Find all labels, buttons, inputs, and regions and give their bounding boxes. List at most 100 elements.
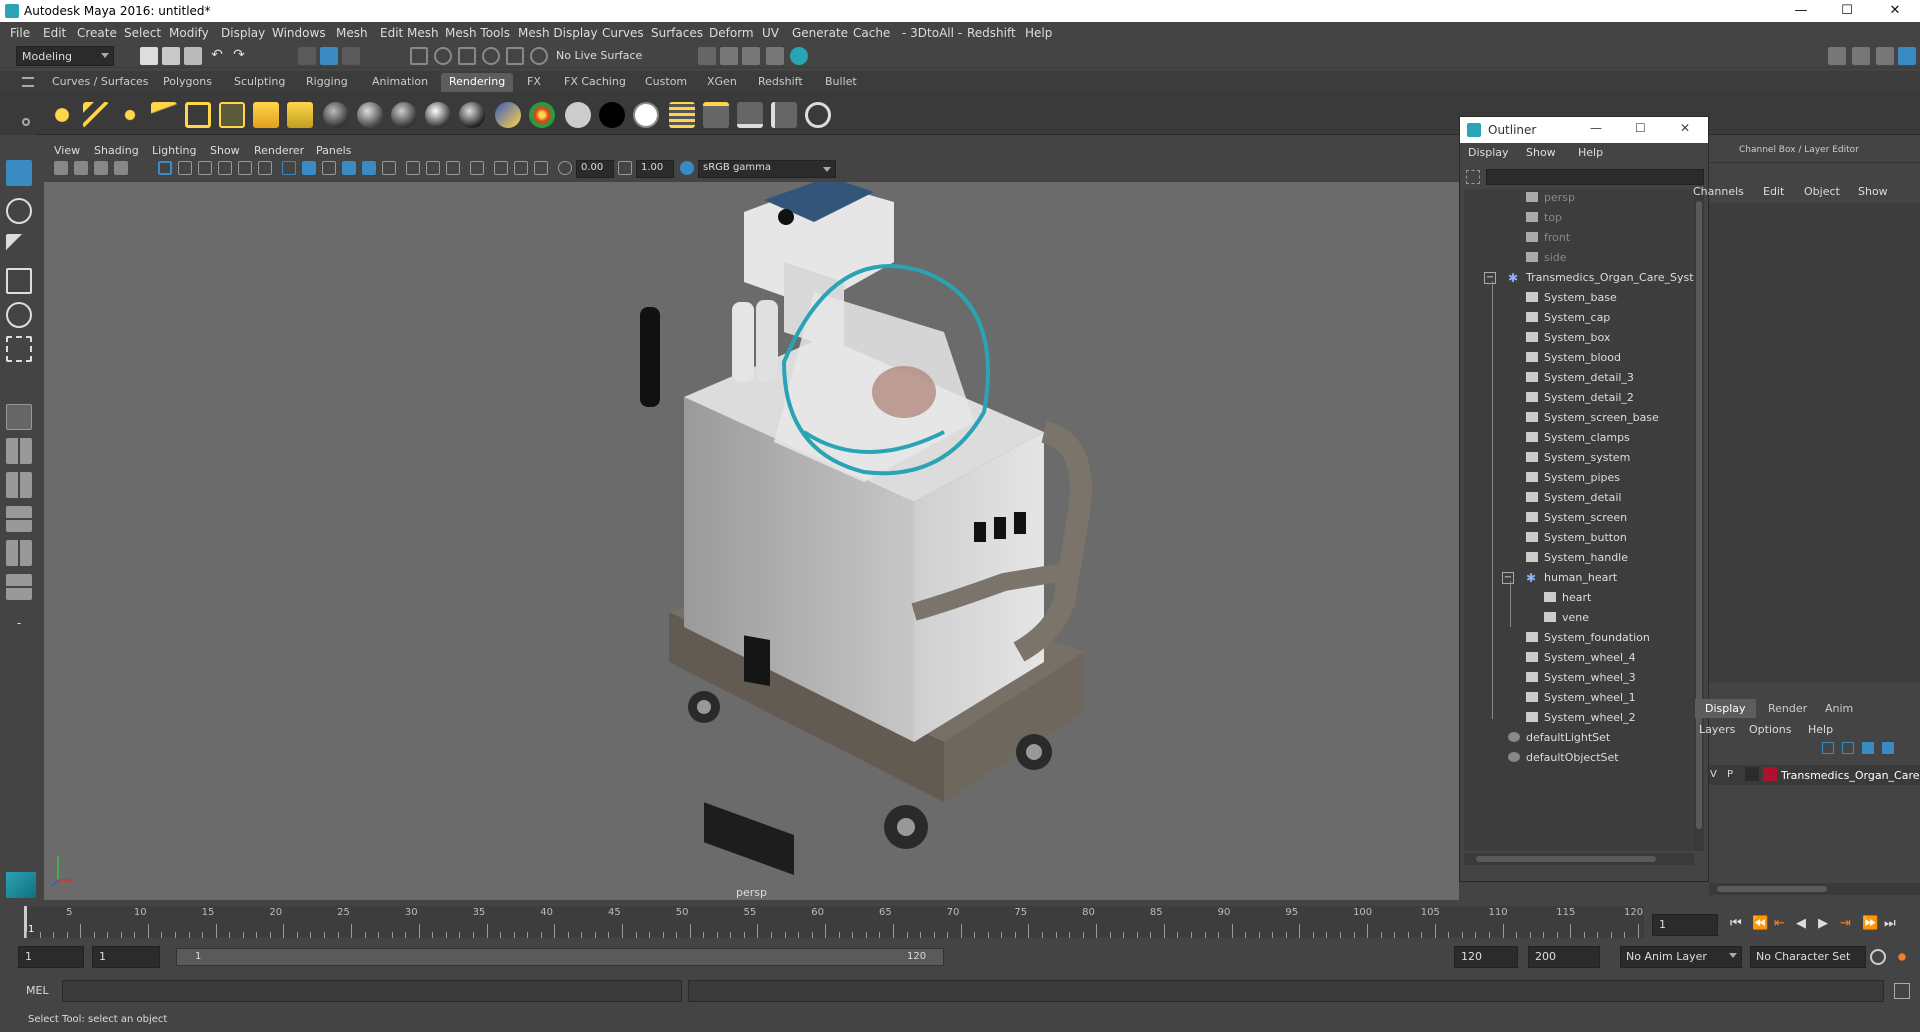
four-view-layout-icon[interactable] [6, 438, 32, 464]
select-hierarchy-icon[interactable] [298, 47, 316, 65]
tool-settings-icon[interactable] [1876, 47, 1894, 65]
screen-space-ao-icon[interactable] [406, 161, 420, 175]
play-backward-icon[interactable]: ◀ [1796, 916, 1806, 931]
playback-end-field[interactable]: 120 [1454, 946, 1518, 968]
scale-tool-icon[interactable] [6, 336, 32, 362]
snap-point-icon[interactable] [458, 47, 476, 65]
outliner-item[interactable]: System_pipes [1526, 471, 1620, 491]
textured-icon[interactable] [342, 161, 356, 175]
gate-mask-icon[interactable] [218, 161, 232, 175]
phong-icon[interactable] [391, 102, 417, 128]
animation-start-field[interactable]: 1 [18, 946, 84, 968]
menu-edit[interactable]: Edit [43, 26, 66, 40]
depth-of-field-icon[interactable] [470, 161, 484, 175]
animation-end-field[interactable]: 200 [1528, 946, 1600, 968]
layer-visibility-toggle[interactable]: V [1710, 769, 1717, 780]
outliner-item[interactable]: System_box [1526, 331, 1610, 351]
outliner-vertical-scrollbar[interactable] [1694, 189, 1704, 851]
menu-modify[interactable]: Modify [169, 26, 209, 40]
layer-tab-anim[interactable]: Anim [1815, 699, 1863, 718]
use-background-icon[interactable] [599, 102, 625, 128]
layer-menu-options[interactable]: Options [1749, 723, 1791, 736]
menu-mesh-tools[interactable]: Mesh Tools [445, 26, 510, 40]
xray-icon[interactable] [514, 161, 528, 175]
anisotropic-icon[interactable] [459, 102, 485, 128]
range-slider[interactable]: 1 120 [176, 948, 944, 966]
camera-select-icon[interactable] [54, 161, 68, 175]
outliner-item[interactable]: System_detail_3 [1526, 371, 1634, 391]
surface-shader-icon[interactable] [565, 102, 591, 128]
layer-playback-toggle[interactable]: P [1727, 769, 1733, 780]
color-space-dropdown[interactable]: sRGB gamma [698, 160, 836, 178]
film-gate-icon[interactable] [178, 161, 192, 175]
spot-light-icon[interactable] [151, 102, 177, 128]
outliner-horizontal-scroll-thumb[interactable] [1476, 856, 1656, 862]
render-current-icon[interactable] [720, 47, 738, 65]
channel-menu-object[interactable]: Object [1804, 185, 1840, 198]
outliner-item[interactable]: System_handle [1526, 551, 1628, 571]
tab-rendering[interactable]: Rendering [441, 73, 514, 92]
outliner-item[interactable]: System_detail_2 [1526, 391, 1634, 411]
outliner-item[interactable]: System_detail [1526, 491, 1621, 511]
field-chart-icon[interactable] [238, 161, 252, 175]
tab-fx[interactable]: FX [519, 73, 549, 92]
outliner-item[interactable]: System_wheel_2 [1526, 711, 1636, 731]
shading-map-icon[interactable] [633, 102, 659, 128]
layer-menu-help[interactable]: Help [1808, 723, 1833, 736]
move-layer-up-icon[interactable] [1862, 742, 1874, 754]
render-current-frame-icon[interactable] [703, 102, 729, 128]
render-settings-icon[interactable] [766, 47, 784, 65]
auto-key-icon[interactable] [1870, 949, 1886, 965]
outliner-item[interactable]: − ✱ human_heart [1502, 571, 1617, 591]
outliner-search-input[interactable] [1486, 169, 1704, 185]
point-light-icon[interactable] [117, 102, 143, 128]
menu-file[interactable]: File [10, 26, 30, 40]
uv-editor-layout-icon[interactable] [6, 574, 32, 600]
outliner-item[interactable]: System_wheel_1 [1526, 691, 1636, 711]
menu-display[interactable]: Display [221, 26, 265, 40]
modeling-toolkit-icon[interactable] [1828, 47, 1846, 65]
script-editor-icon[interactable] [1894, 983, 1910, 999]
viewport-menu-show[interactable]: Show [210, 144, 240, 157]
volume-light-icon[interactable] [219, 102, 245, 128]
outliner-item[interactable]: side [1526, 251, 1567, 271]
live-surface-label[interactable]: No Live Surface [556, 49, 642, 62]
time-slider[interactable]: 1 5 10 15 20 25 30 35 40 45 50 55 60 65 70 75 80 85 90 95 1… [24, 906, 1644, 938]
menu-generate[interactable]: Generate [792, 26, 848, 40]
layered-shader-icon[interactable] [495, 102, 521, 128]
isolate-select-icon[interactable] [494, 161, 508, 175]
xray-joints-icon[interactable] [534, 161, 548, 175]
outliner-menu-show[interactable]: Show [1526, 146, 1556, 159]
viewport-menu-shading[interactable]: Shading [94, 144, 139, 157]
go-to-start-icon[interactable]: ⏮ [1730, 916, 1742, 931]
outliner-item[interactable]: defaultLightSet [1508, 731, 1610, 751]
layer-tab-render[interactable]: Render [1758, 699, 1817, 718]
outliner-item[interactable]: heart [1544, 591, 1591, 611]
outliner-item[interactable]: System_wheel_3 [1526, 671, 1636, 691]
layer-scroll-thumb[interactable] [1717, 886, 1827, 892]
new-scene-icon[interactable] [140, 47, 158, 65]
shadows-icon[interactable] [382, 161, 396, 175]
layer-tab-display[interactable]: Display [1695, 699, 1756, 718]
outliner-item[interactable]: System_foundation [1526, 631, 1650, 651]
menu-create[interactable]: Create [77, 26, 117, 40]
maximize-button[interactable]: ☐ [1824, 0, 1870, 22]
save-scene-icon[interactable] [184, 47, 202, 65]
outliner-item[interactable]: System_base [1526, 291, 1617, 311]
motion-blur-icon[interactable] [426, 161, 440, 175]
perspective-viewport[interactable] [6, 182, 1459, 900]
outliner-item[interactable]: System_system [1526, 451, 1630, 471]
menu-deform[interactable]: Deform [709, 26, 754, 40]
viewport-menu-renderer[interactable]: Renderer [254, 144, 304, 157]
layer-menu-layers[interactable]: Layers [1699, 723, 1735, 736]
use-all-lights-icon[interactable] [362, 161, 376, 175]
outliner-menu-display[interactable]: Display [1468, 146, 1509, 159]
batch-render-icon[interactable] [771, 102, 797, 128]
outliner-filter-icon[interactable] [1466, 170, 1480, 184]
tab-rigging[interactable]: Rigging [298, 73, 356, 92]
layer-editor-scrollbar[interactable] [1709, 883, 1920, 895]
lambert-icon[interactable] [323, 102, 349, 128]
outliner-horizontal-scrollbar[interactable] [1464, 853, 1694, 865]
safe-action-icon[interactable] [258, 161, 272, 175]
undo-icon[interactable]: ↶ [208, 47, 226, 65]
